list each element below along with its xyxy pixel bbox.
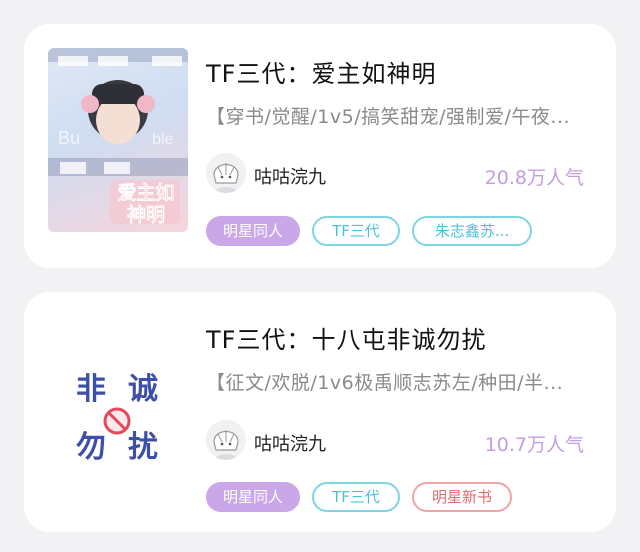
popularity-count: 10.7万人气 (484, 434, 584, 456)
svg-text:Bu: Bu (58, 128, 80, 148)
no-sign-icon (103, 407, 131, 435)
book-card[interactable]: Bu ble 爱主如神明 TF三代：爱主如神明 【穿书/觉醒/1v5/搞笑甜宠/… (24, 24, 616, 268)
tag-category[interactable]: 明星同人 (206, 216, 300, 246)
popularity-count: 20.8万人气 (484, 167, 584, 189)
book-cover[interactable]: Bu ble 爱主如神明 (48, 48, 188, 232)
author-avatar-icon[interactable] (206, 420, 246, 460)
author-name[interactable]: 咕咕浣九 (254, 163, 326, 189)
author-name[interactable]: 咕咕浣九 (254, 430, 326, 456)
tag-category[interactable]: 明星同人 (206, 482, 300, 512)
book-description: 【穿书/觉醒/1v5/搞笑甜宠/强制爱/午夜... (206, 106, 571, 128)
cover-char: 诚 (128, 372, 158, 407)
tag-series[interactable]: TF三代 (312, 216, 400, 246)
cover-title: 爱主如神明 (117, 182, 175, 227)
cover-char: 非 (76, 372, 106, 407)
tag-new-book[interactable]: 明星新书 (412, 482, 512, 512)
book-title[interactable]: TF三代：十八屯非诚勿扰 (206, 320, 486, 355)
book-description: 【征文/欢脱/1v6极禹顺志苏左/种田/半... (206, 372, 564, 394)
tag-character[interactable]: 朱志鑫苏... (412, 216, 532, 246)
book-title[interactable]: TF三代：爱主如神明 (206, 54, 436, 89)
svg-text:ble: ble (152, 131, 173, 148)
book-card[interactable]: 非 诚 勿 扰 TF三代：十八屯非诚勿扰 【征文/欢脱/1v6极禹顺志苏左/种田… (24, 292, 616, 532)
cover-char: 扰 (128, 430, 158, 465)
tag-series[interactable]: TF三代 (312, 482, 400, 512)
author-avatar-icon[interactable] (206, 153, 246, 193)
book-cover[interactable]: 非 诚 勿 扰 (48, 318, 188, 502)
